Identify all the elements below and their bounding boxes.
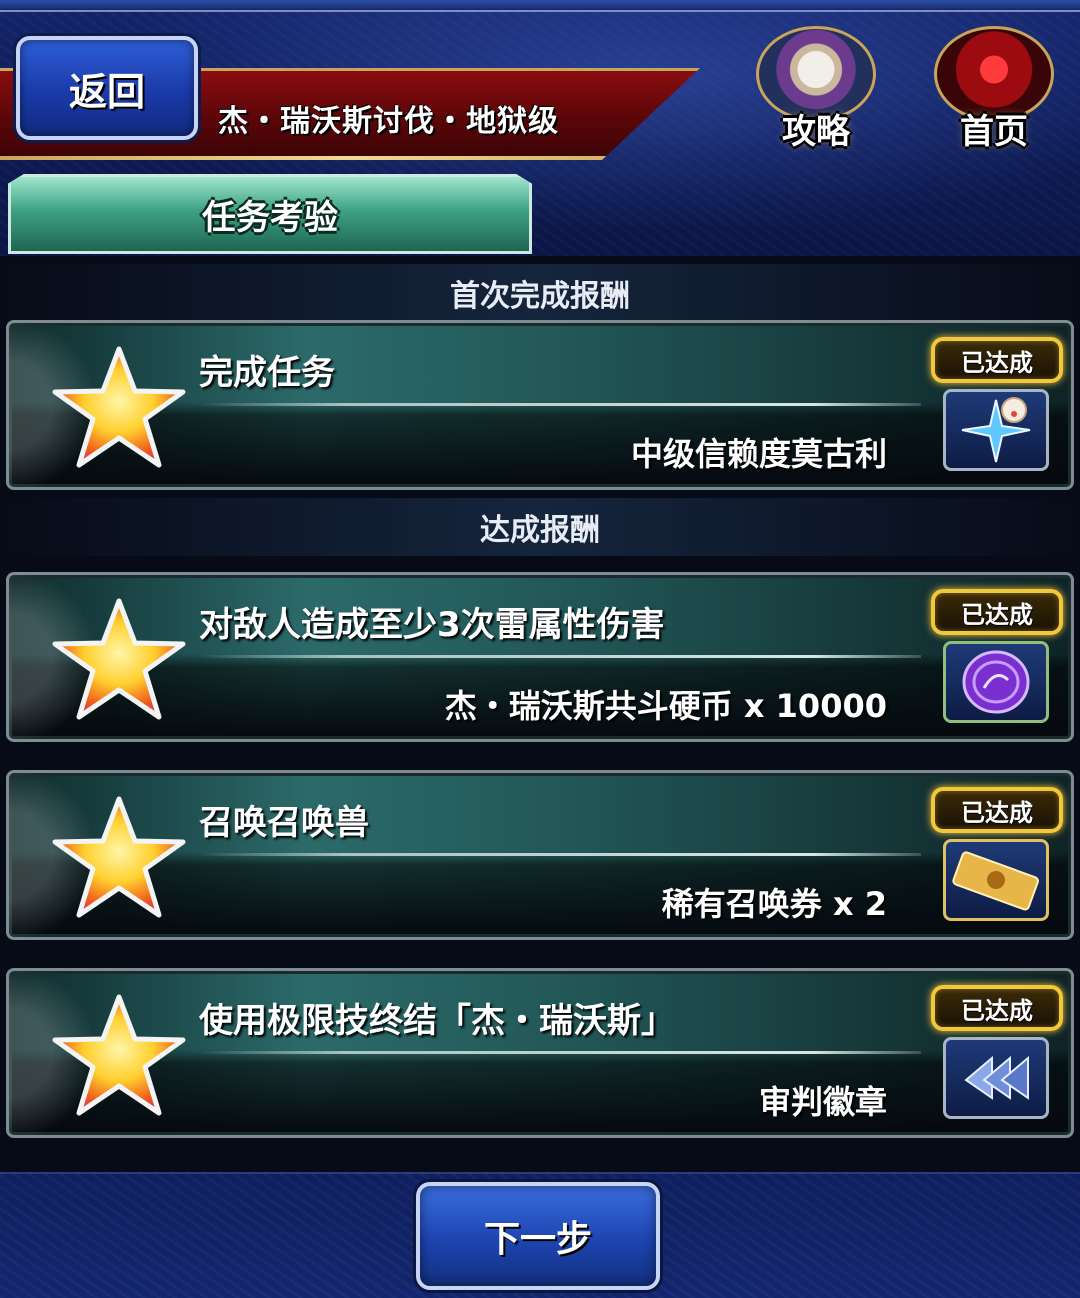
star-icon bbox=[52, 796, 186, 918]
home-label: 首页 bbox=[960, 112, 1028, 152]
task-title: 对敌人造成至少3次雷属性伤害 bbox=[199, 605, 665, 645]
judgment-badge-icon[interactable] bbox=[943, 1037, 1049, 1119]
quest-title: 杰・瑞沃斯讨伐・地狱级 bbox=[218, 104, 559, 139]
next-button[interactable]: 下一步 bbox=[416, 1182, 660, 1290]
achieved-badge: 已达成 bbox=[931, 589, 1063, 635]
back-button[interactable]: 返回 bbox=[16, 36, 198, 140]
task-row: 完成任务 中级信赖度莫古利 已达成 bbox=[6, 320, 1074, 490]
task-reward: 审判徽章 bbox=[758, 1083, 887, 1121]
star-icon bbox=[52, 346, 186, 468]
divider bbox=[199, 1051, 921, 1054]
task-title: 使用极限技终结「杰・瑞沃斯」 bbox=[199, 1001, 675, 1041]
guide-button[interactable]: 攻略 bbox=[736, 18, 896, 152]
task-reward: 杰・瑞沃斯共斗硬币 x 10000 bbox=[444, 687, 887, 725]
summon-ticket-icon[interactable] bbox=[943, 839, 1049, 921]
section-achievement: 达成报酬 bbox=[0, 498, 1080, 556]
mission-list: 首次完成报酬 完成任务 中级信赖度莫古利 已达成 达成报酬 对敌人造成至少3次雷… bbox=[0, 256, 1080, 1172]
guide-label: 攻略 bbox=[782, 112, 850, 152]
star-icon bbox=[52, 598, 186, 720]
section-first-clear: 首次完成报酬 bbox=[0, 264, 1080, 322]
moogle-crystal-icon[interactable] bbox=[943, 389, 1049, 471]
divider bbox=[199, 655, 921, 658]
task-row: 召唤召唤兽 稀有召唤券 x 2 已达成 bbox=[6, 770, 1074, 940]
task-reward: 中级信赖度莫古利 bbox=[630, 435, 887, 473]
divider bbox=[199, 853, 921, 856]
home-button[interactable]: 首页 bbox=[914, 18, 1074, 152]
task-reward: 稀有召唤券 x 2 bbox=[661, 885, 887, 923]
achieved-badge: 已达成 bbox=[931, 337, 1063, 383]
task-title: 完成任务 bbox=[199, 353, 335, 393]
tab-mission-trial-label: 任务考验 bbox=[202, 198, 338, 238]
top-strip bbox=[0, 0, 1080, 12]
divider bbox=[199, 403, 921, 406]
achieved-badge: 已达成 bbox=[931, 787, 1063, 833]
task-row: 对敌人造成至少3次雷属性伤害 杰・瑞沃斯共斗硬币 x 10000 已达成 bbox=[6, 572, 1074, 742]
task-title: 召唤召唤兽 bbox=[199, 803, 369, 843]
purple-coin-icon[interactable] bbox=[943, 641, 1049, 723]
task-row: 使用极限技终结「杰・瑞沃斯」 审判徽章 已达成 bbox=[6, 968, 1074, 1138]
achieved-badge: 已达成 bbox=[931, 985, 1063, 1031]
star-icon bbox=[52, 994, 186, 1116]
header: 杰・瑞沃斯讨伐・地狱级 返回 攻略 首页 任务考验 bbox=[0, 0, 1080, 256]
